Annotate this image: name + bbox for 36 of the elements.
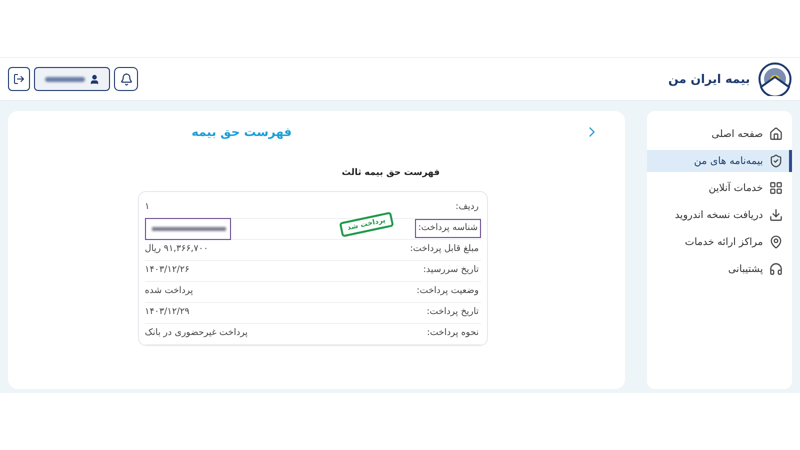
shield-check-icon xyxy=(769,154,783,168)
logout-icon xyxy=(13,73,25,85)
field-label: ردیف: xyxy=(454,200,480,214)
blurred-username xyxy=(44,76,84,82)
user-account-button[interactable] xyxy=(34,67,110,91)
location-pin-icon xyxy=(769,235,783,249)
field-value: ۱۴۰۳/۱۲/۲۹ xyxy=(144,306,190,319)
user-icon xyxy=(88,74,100,84)
sidebar-item[interactable]: مراکز ارائه خدمات xyxy=(646,231,792,253)
grid-icon xyxy=(769,181,783,195)
field-label: مبلغ قابل پرداخت: xyxy=(408,242,480,256)
field-label: نحوه پرداخت: xyxy=(426,326,480,340)
field-value: ۱ xyxy=(144,200,150,214)
sidebar-item[interactable]: صفحه اصلی xyxy=(646,123,792,145)
sidebar-item[interactable]: دریافت نسخه اندروید xyxy=(646,204,792,226)
download-icon xyxy=(769,208,783,222)
field-label: وضعیت پرداخت: xyxy=(416,284,480,298)
field-value: ۹۱,۳۶۶,۷۰۰ ریال xyxy=(144,242,208,256)
page-title: فهرست حق بیمه xyxy=(191,124,292,141)
field-label: تاریخ سررسید: xyxy=(422,264,480,277)
app-title: بیمه ایران من xyxy=(668,71,750,88)
sidebar-item[interactable]: خدمات آنلاین xyxy=(646,177,792,199)
bell-icon xyxy=(120,72,132,86)
field-value: پرداخت شده xyxy=(144,284,193,298)
field-label: شناسه پرداخت: xyxy=(415,218,481,238)
field-value: ۱۴۰۳/۱۲/۲۶ xyxy=(144,264,190,277)
sidebar-item[interactable]: پشتیبانی xyxy=(646,258,792,280)
field-value: پرداخت غیرحضوری در بانک xyxy=(144,326,248,340)
field-label: تاریخ پرداخت: xyxy=(426,306,480,319)
sidebar-item[interactable]: بیمه‌نامه های من xyxy=(646,150,792,172)
sun-mountain-logo xyxy=(758,62,792,96)
section-subtitle: فهرست حق بیمه ثالث xyxy=(342,167,440,180)
headphones-icon xyxy=(769,262,783,276)
notifications-button[interactable] xyxy=(114,67,138,91)
logout-button[interactable] xyxy=(8,67,30,91)
home-icon xyxy=(769,127,783,141)
